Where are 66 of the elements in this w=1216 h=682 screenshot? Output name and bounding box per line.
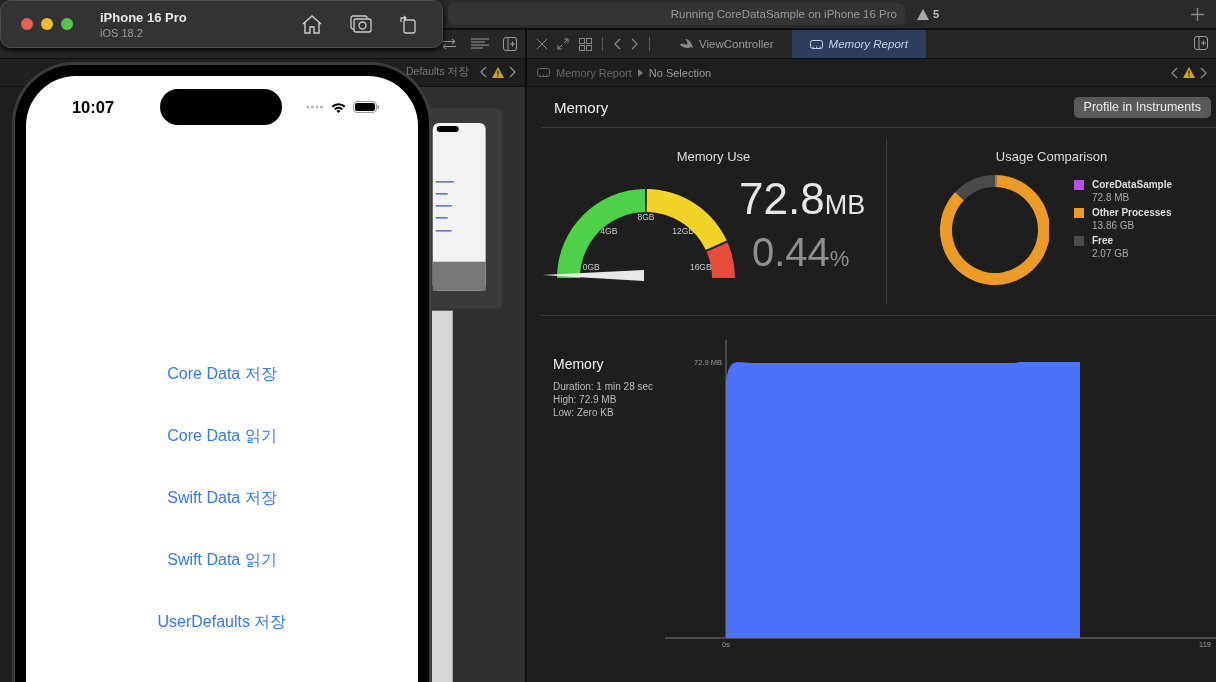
legend-value: 2.07 GB [1092,248,1130,259]
panel-title: Usage Comparison [994,149,1109,166]
swap-arrows-icon[interactable] [441,37,457,50]
breadcrumb-item[interactable]: No Selection [648,66,712,79]
back-icon[interactable] [479,66,487,79]
zoom-window-button[interactable] [61,18,73,30]
graph-detail: Duration: 1 min 28 sec [553,380,655,393]
graph-detail: Low: Zero KB [553,406,615,419]
back-icon[interactable] [1170,66,1178,79]
profile-button[interactable]: Profile in Instruments [1073,96,1211,118]
breadcrumb-item[interactable]: Memory Report [556,66,632,79]
close-icon[interactable] [537,39,547,49]
grid-icon[interactable] [579,37,592,51]
home-icon[interactable] [302,14,322,34]
chevron-icon [637,68,643,77]
action-button[interactable]: Swift Data 저장 [161,486,283,510]
forward-icon[interactable] [1200,66,1208,79]
section-title: Memory [554,98,609,116]
gauge-label: 16GB [689,262,712,273]
memory-percent: 0.44% [752,229,851,276]
add-editor-icon[interactable] [503,36,517,51]
action-button[interactable]: Core Data 저장 [161,362,283,386]
action-button[interactable]: Core Data 읽기 [161,424,283,448]
wifi-icon [331,101,346,113]
add-editor-icon[interactable] [1194,36,1208,50]
panel-title: Memory Use [675,149,752,166]
legend-value: 13.86 GB [1092,220,1136,231]
gauge-label: 8GB [637,212,655,222]
close-window-button[interactable] [21,18,33,30]
gauge-label: 4GB [600,226,618,237]
window-title: iPhone 16 Pro [100,9,187,25]
graph-title: Memory [553,356,605,372]
memory-value: 72.8MB [739,175,866,225]
minimize-window-button[interactable] [41,18,53,30]
text-lines-icon[interactable] [471,37,489,50]
legend-label: Free [1092,235,1115,246]
editor-tab[interactable]: ViewController [662,30,792,58]
memory-chip-icon [537,68,550,77]
status-time: 10:07 [70,97,116,117]
warning-count[interactable]: 5 [933,8,940,20]
action-button[interactable]: UserDefaults 저장 [151,610,293,634]
action-button[interactable]: Swift Data 읽기 [161,548,283,572]
back-icon[interactable] [613,38,621,50]
signal-icon [306,105,324,109]
camera-icon[interactable] [350,15,372,33]
forward-icon[interactable] [631,38,639,50]
expand-icon[interactable] [557,38,569,50]
gauge-label: 0GB [582,262,600,273]
memory-chip-icon [809,39,823,49]
warning-icon [492,66,504,78]
warning-icon [917,8,929,20]
add-icon[interactable] [1191,7,1204,21]
warning-icon [1183,67,1195,78]
activity-status: Running CoreDataSample on iPhone 16 Pro [670,8,897,20]
legend-label: Other Processes [1092,207,1173,218]
forward-icon[interactable] [509,66,517,79]
breadcrumb-item[interactable]: Defaults 저장 [406,65,470,80]
rotate-icon[interactable] [400,14,416,34]
graph-detail: High: 72.9 MB [553,393,618,406]
bird-icon [680,38,693,50]
editor-tab[interactable]: Memory Report [791,30,926,58]
window-subtitle: iOS 18.2 [100,26,144,39]
legend-value: 72.8 MB [1092,192,1131,203]
gauge-label: 12GB [672,226,695,237]
legend-label: CoreDataSample [1092,179,1173,190]
battery-icon [353,101,380,113]
